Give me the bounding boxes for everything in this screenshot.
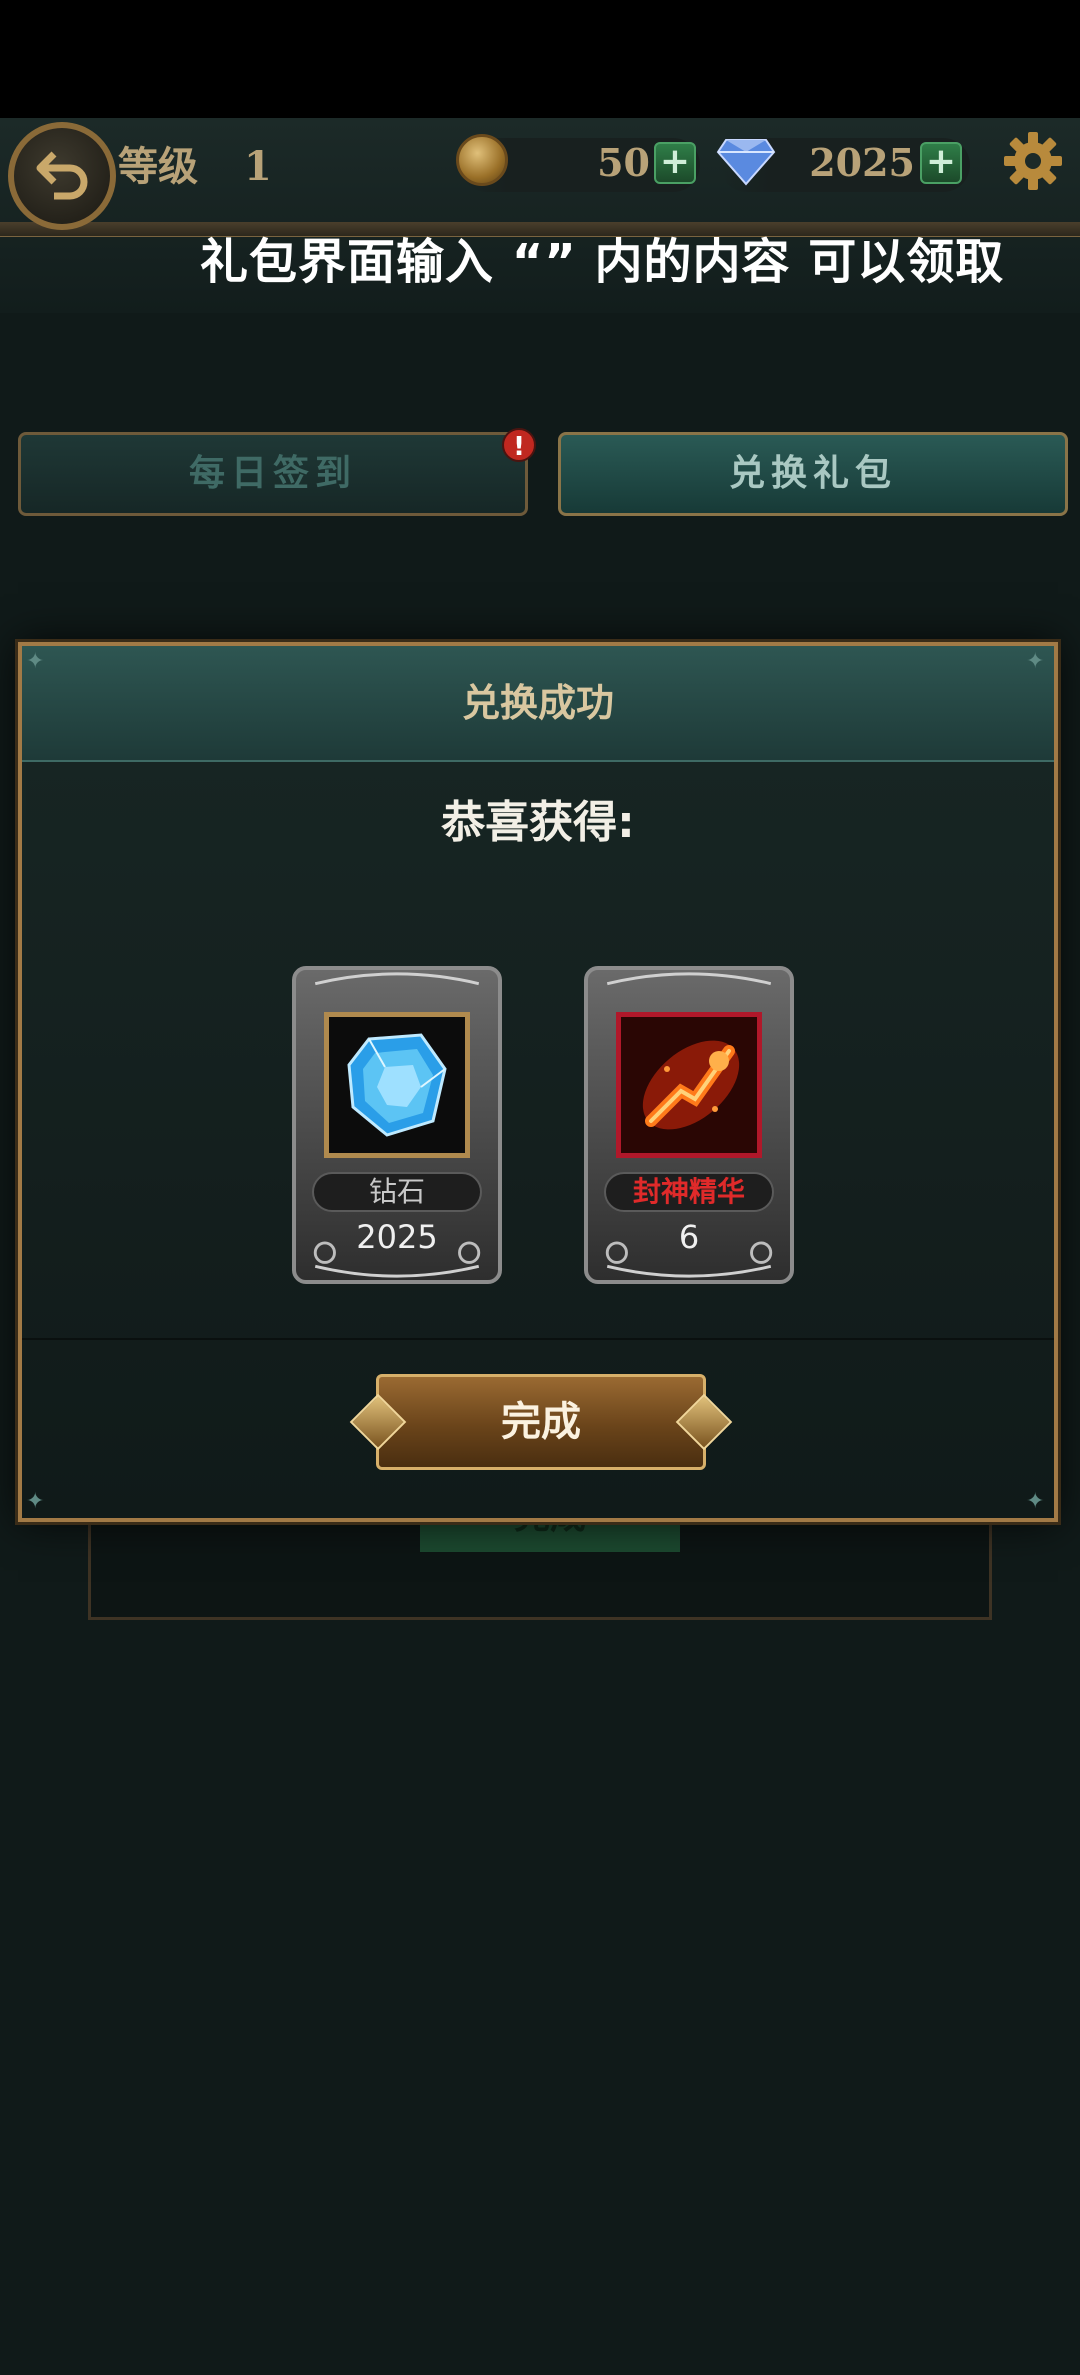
- back-button[interactable]: [8, 122, 116, 230]
- reward-quantity: 6: [678, 1218, 700, 1256]
- redeem-success-dialog: 兑换成功 ✦ ✦ ✦ ✦ 恭喜获得: 钻石 2025 封神精华 6 完成: [18, 642, 1058, 1522]
- announcement-marquee: 礼包界面输入 “” 内的内容 可以领取: [200, 234, 1005, 290]
- level-label: 等级: [118, 143, 198, 190]
- reward-item[interactable]: 封神精华 6: [584, 966, 794, 1284]
- dialog-title: 兑换成功: [461, 681, 614, 725]
- done-button[interactable]: 完成: [349, 1374, 733, 1470]
- reward-name: 封神精华: [604, 1172, 774, 1212]
- status-bar: [0, 0, 1080, 118]
- congrats-text: 恭喜获得:: [441, 797, 635, 848]
- tab-daily-checkin[interactable]: 每日签到: [18, 432, 528, 516]
- reward-quantity: 2025: [356, 1218, 438, 1256]
- coin-value: 50: [597, 140, 650, 185]
- corner-ornament-icon: ✦: [1026, 649, 1045, 674]
- reward-icon-frame: [616, 1012, 762, 1158]
- dialog-header: 兑换成功: [22, 646, 1054, 762]
- reward-name: 钻石: [312, 1172, 482, 1212]
- level-value: 1: [243, 143, 272, 190]
- back-arrow-icon: [36, 151, 88, 200]
- tab-redeem-gift[interactable]: 兑换礼包: [558, 432, 1068, 516]
- corner-ornament-icon: ✦: [26, 649, 45, 674]
- diamond-gem-icon: [347, 1033, 447, 1137]
- add-coins-button[interactable]: +: [654, 142, 696, 184]
- diamond-icon: [716, 139, 776, 186]
- done-button-label: 完成: [501, 1399, 581, 1445]
- corner-ornament-icon: ✦: [1026, 1489, 1045, 1514]
- gem-value: 2025: [809, 140, 915, 185]
- level-display: 等级 1: [118, 134, 272, 192]
- settings-gear-icon[interactable]: [1002, 130, 1064, 192]
- reward-item[interactable]: 钻石 2025: [292, 966, 502, 1284]
- add-gems-button[interactable]: +: [920, 142, 962, 184]
- corner-ornament-icon: ✦: [26, 1489, 45, 1514]
- fire-essence-icon: [621, 1017, 757, 1153]
- coin-icon: [456, 134, 508, 186]
- alert-badge: !: [502, 428, 536, 462]
- reward-icon-frame: [324, 1012, 470, 1158]
